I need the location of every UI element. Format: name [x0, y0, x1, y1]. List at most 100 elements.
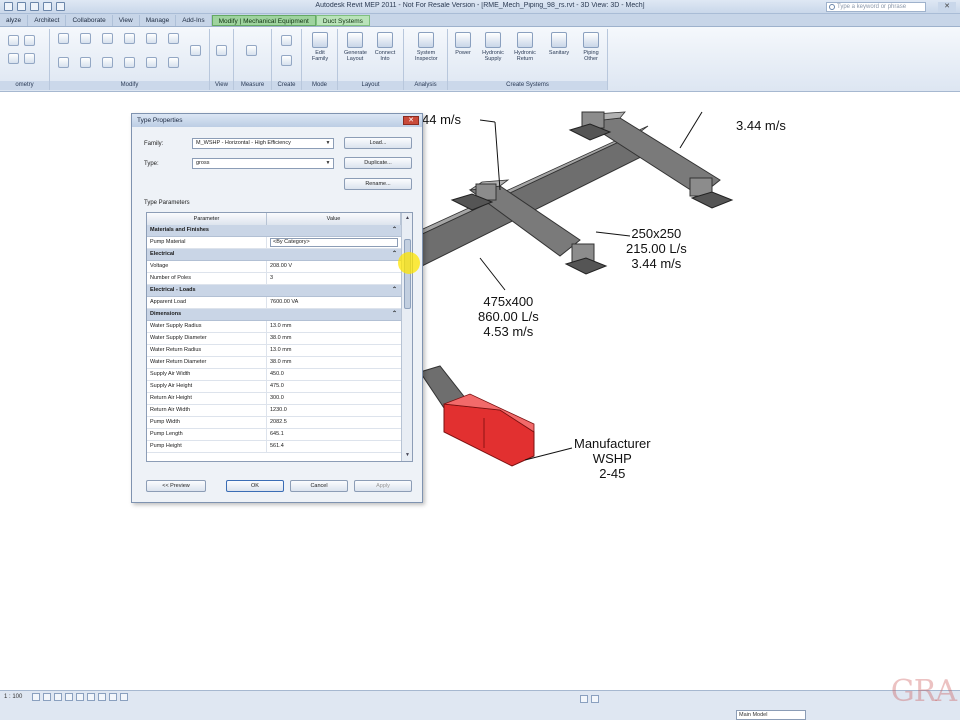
hydronic-supply-button[interactable]: Hydronic Supply: [482, 32, 504, 62]
undo-icon[interactable]: [43, 2, 52, 11]
parameter-value[interactable]: 13.0 mm: [267, 345, 401, 356]
measure-icon[interactable]: [246, 45, 257, 56]
family-select[interactable]: M_WSHP - Horizontal - High Efficiency ▼: [192, 138, 334, 149]
parameter-value[interactable]: 208.00 V: [267, 261, 401, 272]
parameter-row[interactable]: Pump Length 645.1: [147, 429, 401, 441]
parameter-value[interactable]: 13.0 mm: [267, 321, 401, 332]
scale-icon[interactable]: [146, 57, 157, 68]
parameter-value[interactable]: 7600.00 VA: [267, 297, 401, 308]
parameter-row[interactable]: Water Supply Radius 13.0 mm: [147, 321, 401, 333]
parameter-value[interactable]: 2082.5: [267, 417, 401, 428]
equipment-tag[interactable]: Manufacturer WSHP 2-45: [574, 436, 651, 481]
parameter-value[interactable]: 475.0: [267, 381, 401, 392]
parameter-row[interactable]: Water Supply Diameter 38.0 mm: [147, 333, 401, 345]
design-option-select[interactable]: Main Model: [736, 710, 806, 720]
temporary-hide-icon[interactable]: [109, 693, 117, 701]
tab-add-ins[interactable]: Add-Ins: [176, 15, 212, 26]
group-header[interactable]: Electrical - Loads ⌃: [147, 285, 401, 297]
collapse-icon[interactable]: ⌃: [392, 285, 397, 296]
reveal-hidden-icon[interactable]: [120, 693, 128, 701]
parameter-row[interactable]: Return Air Width 1230.0: [147, 405, 401, 417]
parameter-row[interactable]: Pump Material <By Category>: [147, 237, 401, 249]
tab-collaborate[interactable]: Collaborate: [66, 15, 113, 26]
scroll-down-icon[interactable]: ▼: [403, 451, 412, 460]
tab-modify-mechanical-equipment[interactable]: Modify | Mechanical Equipment: [211, 15, 316, 26]
scroll-up-icon[interactable]: ▲: [403, 214, 412, 223]
parameter-value[interactable]: 3: [267, 273, 401, 284]
preview-button[interactable]: << Preview: [146, 480, 206, 492]
duct-tag[interactable]: 44 m/s: [422, 112, 461, 127]
collapse-icon[interactable]: ⌃: [392, 309, 397, 320]
shadows-icon[interactable]: [65, 693, 73, 701]
sanitary-button[interactable]: Sanitary: [548, 32, 570, 56]
mirror-icon[interactable]: [102, 33, 113, 44]
cut-geometry-icon[interactable]: [8, 35, 19, 46]
rename-button[interactable]: Rename...: [344, 178, 412, 190]
parameter-value[interactable]: 561.4: [267, 441, 401, 452]
connect-into-button[interactable]: Connect Into: [374, 32, 396, 62]
parameter-row[interactable]: Voltage 208.00 V: [147, 261, 401, 273]
parameter-row[interactable]: Water Return Diameter 38.0 mm: [147, 357, 401, 369]
tab-manage[interactable]: Manage: [140, 15, 177, 26]
parameter-row[interactable]: Supply Air Width 450.0: [147, 369, 401, 381]
duct-tag[interactable]: 250x250 215.00 L/s 3.44 m/s: [626, 226, 687, 271]
trim-icon[interactable]: [168, 33, 179, 44]
scrollbar-thumb[interactable]: [404, 239, 411, 309]
collapse-icon[interactable]: ⌃: [392, 225, 397, 236]
tab-analyze[interactable]: alyze: [0, 15, 29, 26]
close-window-button[interactable]: ✕: [938, 2, 956, 12]
pin-icon[interactable]: [168, 57, 179, 68]
hydronic-return-button[interactable]: Hydronic Return: [514, 32, 536, 62]
join-icon[interactable]: [24, 35, 35, 46]
duplicate-button[interactable]: Duplicate...: [344, 157, 412, 169]
help-search-input[interactable]: Type a keyword or phrase: [826, 2, 926, 12]
dialog-close-button[interactable]: ✕: [403, 116, 419, 125]
open-icon[interactable]: [17, 2, 26, 11]
group-header[interactable]: Materials and Finishes ⌃: [147, 225, 401, 237]
create-similar-icon[interactable]: [281, 35, 292, 46]
array-icon[interactable]: [124, 57, 135, 68]
lock-3d-view-icon[interactable]: [98, 693, 106, 701]
piping-other-button[interactable]: Piping Other: [580, 32, 602, 62]
tab-duct-systems[interactable]: Duct Systems: [315, 15, 370, 26]
app-menu-icon[interactable]: [4, 2, 13, 11]
parameter-value[interactable]: 38.0 mm: [267, 357, 401, 368]
parameter-row[interactable]: Return Air Height 300.0: [147, 393, 401, 405]
parameter-row[interactable]: Pump Width 2082.5: [147, 417, 401, 429]
crop-view-icon[interactable]: [76, 693, 84, 701]
parameter-value[interactable]: 1230.0: [267, 405, 401, 416]
detail-level-icon[interactable]: [32, 693, 40, 701]
show-crop-icon[interactable]: [87, 693, 95, 701]
worksets-icon[interactable]: [580, 695, 588, 703]
wshp-unit[interactable]: [443, 403, 535, 467]
parameter-row[interactable]: Supply Air Height 475.0: [147, 381, 401, 393]
split-face-icon[interactable]: [8, 53, 19, 64]
generate-layout-button[interactable]: Generate Layout: [344, 32, 367, 62]
mirror-draw-icon[interactable]: [124, 33, 135, 44]
redo-icon[interactable]: [56, 2, 65, 11]
delete-icon[interactable]: [190, 45, 201, 56]
rotate-icon[interactable]: [102, 57, 113, 68]
offset-icon[interactable]: [80, 33, 91, 44]
visual-style-icon[interactable]: [43, 693, 51, 701]
parameter-row[interactable]: Pump Height 561.4: [147, 441, 401, 453]
move-icon[interactable]: [58, 57, 69, 68]
parameter-row[interactable]: Number of Poles 3: [147, 273, 401, 285]
parameter-column-header[interactable]: Parameter: [147, 213, 267, 225]
copy-icon[interactable]: [80, 57, 91, 68]
filter-icon[interactable]: [591, 695, 599, 703]
value-column-header[interactable]: Value: [267, 213, 401, 225]
view-scale[interactable]: 1 : 100: [4, 694, 22, 700]
tab-view[interactable]: View: [113, 15, 140, 26]
load-button[interactable]: Load...: [344, 137, 412, 149]
sun-path-icon[interactable]: [54, 693, 62, 701]
create-group-icon[interactable]: [281, 55, 292, 66]
parameter-row[interactable]: Water Return Radius 13.0 mm: [147, 345, 401, 357]
ok-button[interactable]: OK: [226, 480, 284, 492]
collapse-icon[interactable]: ⌃: [392, 249, 397, 260]
parameter-value[interactable]: 450.0: [267, 369, 401, 380]
group-header[interactable]: Electrical ⌃: [147, 249, 401, 261]
material-picker[interactable]: <By Category>: [270, 238, 398, 247]
power-button[interactable]: Power: [452, 32, 474, 56]
parameter-value[interactable]: 300.0: [267, 393, 401, 404]
